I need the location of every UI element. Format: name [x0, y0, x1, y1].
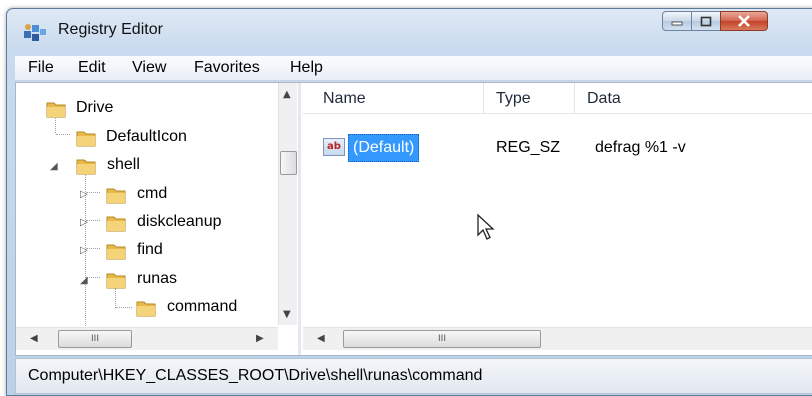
window-title: Registry Editor	[58, 21, 163, 38]
tree-horizontal-scrollbar[interactable]: ◀ III ▶	[16, 327, 278, 350]
folder-icon	[106, 244, 126, 260]
scroll-right-arrow-icon[interactable]: ▶	[256, 333, 264, 344]
menu-edit[interactable]: Edit	[78, 59, 106, 77]
folder-icon	[46, 102, 66, 118]
tree-connector	[116, 307, 132, 308]
client-area: Drive DefaultIcon ◢ shell ▷ cmd ▷ diskcl…	[15, 82, 812, 356]
close-button[interactable]	[720, 11, 768, 31]
menu-bar: File Edit View Favorites Help	[15, 56, 812, 81]
menu-view[interactable]: View	[132, 59, 166, 77]
maximize-button[interactable]	[691, 11, 721, 31]
registry-editor-window: Registry Editor File Edit View Favorites…	[6, 8, 812, 396]
tree-connector	[86, 248, 100, 249]
tree-connector	[56, 134, 70, 135]
collapsed-arrow-icon[interactable]: ▷	[80, 189, 88, 200]
title-bar[interactable]: Registry Editor	[7, 9, 812, 53]
key-tree-pane[interactable]: Drive DefaultIcon ◢ shell ▷ cmd ▷ diskcl…	[16, 83, 301, 355]
collapsed-arrow-icon[interactable]: ▷	[80, 217, 88, 228]
tree-horizontal-scroll-thumb[interactable]: III	[58, 330, 132, 348]
close-icon	[738, 15, 750, 27]
folder-icon	[76, 131, 96, 147]
value-name-selected[interactable]: (Default)	[348, 134, 420, 162]
tree-vertical-scroll-thumb[interactable]	[280, 151, 297, 175]
menu-favorites[interactable]: Favorites	[194, 59, 260, 77]
minimize-icon	[671, 21, 683, 26]
scroll-left-arrow-icon[interactable]: ◀	[30, 333, 38, 344]
status-bar: Computer\HKEY_CLASSES_ROOT\Drive\shell\r…	[15, 358, 812, 394]
scroll-left-arrow-icon[interactable]: ◀	[317, 333, 325, 344]
column-header-name[interactable]: Name	[311, 83, 484, 113]
string-value-icon: ab	[323, 138, 345, 156]
header-divider	[303, 113, 812, 114]
tree-connector	[86, 220, 100, 221]
tree-item-label: DefaultIcon	[106, 128, 187, 145]
folder-open-icon	[106, 273, 126, 289]
status-path: Computer\HKEY_CLASSES_ROOT\Drive\shell\r…	[28, 367, 483, 384]
mouse-cursor-icon	[477, 213, 495, 240]
tree-item-label: find	[137, 241, 163, 258]
column-header-label: Data	[587, 90, 621, 107]
tree-item-label: runas	[137, 270, 178, 287]
maximize-icon	[700, 16, 712, 26]
tree-connector	[115, 288, 116, 308]
tree-item-label: shell	[107, 156, 140, 173]
column-header-data[interactable]: Data	[575, 83, 812, 113]
tree-vertical-scrollbar[interactable]: ▲ ▼	[278, 83, 297, 325]
tree-connector	[86, 277, 100, 278]
minimize-button[interactable]	[662, 11, 692, 31]
collapsed-arrow-icon[interactable]: ▷	[80, 245, 88, 256]
tree-item-label: command	[167, 298, 238, 315]
menu-help[interactable]: Help	[290, 59, 323, 77]
tree-connector	[85, 160, 86, 328]
tree-item-label: cmd	[137, 185, 168, 202]
list-horizontal-scrollbar[interactable]: ◀ III ▶	[303, 327, 812, 350]
expanded-arrow-icon[interactable]: ◢	[50, 161, 58, 172]
column-header-type[interactable]: Type	[484, 83, 575, 113]
expanded-arrow-icon[interactable]: ◢	[80, 275, 88, 286]
menu-file[interactable]: File	[28, 59, 54, 77]
value-data: defrag %1 -v	[595, 139, 686, 156]
scroll-down-arrow-icon[interactable]: ▼	[283, 309, 291, 320]
column-header-label: Type	[496, 90, 531, 107]
registry-editor-icon	[24, 24, 46, 41]
column-header-label: Name	[323, 90, 366, 107]
folder-icon	[106, 216, 126, 232]
tree-item-label: Drive	[76, 99, 114, 116]
tree-connector	[86, 192, 100, 193]
list-horizontal-scroll-thumb[interactable]: III	[343, 330, 541, 348]
scroll-up-arrow-icon[interactable]: ▲	[283, 89, 291, 100]
folder-icon	[136, 301, 156, 317]
tree-item-label: diskcleanup	[137, 213, 222, 230]
values-list-pane[interactable]: Name Type Data ab (Default) REG_SZ defra…	[303, 83, 812, 355]
value-type: REG_SZ	[496, 139, 561, 156]
folder-open-icon	[76, 159, 96, 175]
folder-icon	[106, 188, 126, 204]
